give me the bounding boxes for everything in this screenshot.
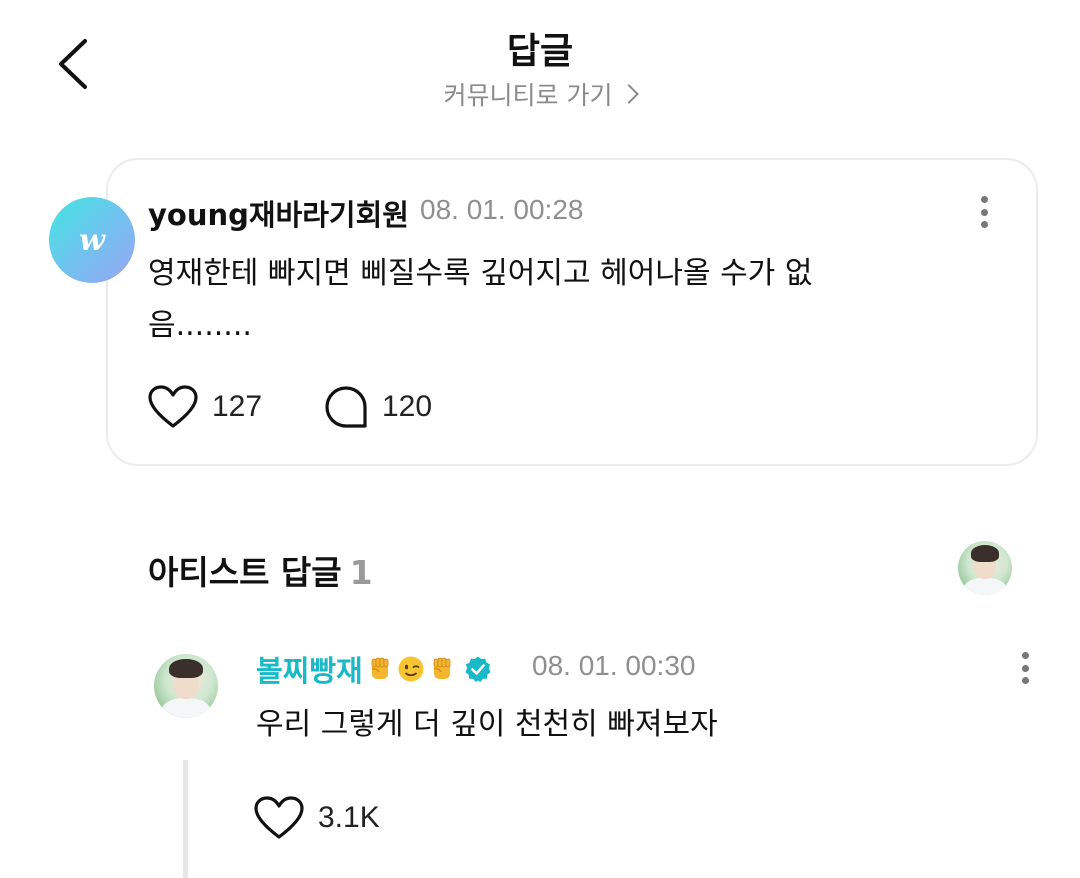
more-dot — [1021, 664, 1029, 672]
more-dot — [980, 208, 988, 216]
comment-like-button[interactable]: 127 — [148, 385, 262, 429]
reply-like-button[interactable]: 3.1K — [254, 796, 380, 840]
comment-body: 영재한테 빠지면 삐질수록 깊어지고 헤어나올 수가 없음........ — [148, 256, 813, 343]
comment-timestamp: 08. 01. 00:28 — [420, 194, 584, 225]
raised-fist-emoji-icon — [371, 657, 389, 679]
verified-badge-icon — [465, 656, 491, 682]
page-title: 답글 — [506, 31, 574, 72]
reply-like-count: 3.1K — [318, 801, 380, 834]
more-dot — [980, 221, 988, 228]
more-dot — [1021, 677, 1029, 684]
artist-replies-count: 1 — [349, 553, 373, 592]
thread-line — [183, 760, 188, 878]
artist-name-row[interactable]: 볼찌빵재 — [256, 648, 492, 690]
avatar-hair — [169, 659, 203, 679]
winking-face-emoji-icon — [398, 656, 424, 682]
speech-bubble-icon — [325, 386, 367, 428]
fan-avatar[interactable]: w — [49, 197, 135, 283]
avatar-letter: w — [79, 222, 105, 258]
header: 답글 커뮤니티로 가기 — [0, 0, 1080, 130]
chevron-right-icon — [619, 84, 640, 104]
comment-author[interactable]: young재바라기회원 — [148, 192, 409, 234]
comment-more-button[interactable] — [972, 192, 996, 232]
artist-name: 볼찌빵재 — [256, 654, 363, 688]
artist-avatar-small[interactable] — [958, 541, 1012, 595]
avatar-shirt — [161, 697, 211, 718]
like-count: 127 — [212, 390, 263, 423]
reply-count: 120 — [382, 390, 433, 423]
raised-fist-emoji-icon — [433, 657, 451, 679]
avatar-hair — [970, 545, 1000, 562]
more-dot — [980, 196, 988, 203]
community-link[interactable]: 커뮤니티로 가기 — [0, 76, 1080, 112]
reply-timestamp: 08. 01. 00:30 — [532, 650, 696, 681]
artist-replies-label: 아티스트 답글 — [148, 553, 342, 592]
comment-reply-button[interactable]: 120 — [324, 385, 432, 429]
artist-replies-heading: 아티스트 답글 1 — [148, 546, 373, 594]
avatar-shirt — [964, 577, 1006, 595]
reply-more-button[interactable] — [1013, 648, 1037, 688]
heart-icon — [148, 385, 198, 428]
heart-icon — [254, 796, 304, 839]
artist-avatar[interactable] — [154, 654, 218, 718]
more-dot — [1021, 652, 1029, 659]
community-link-label: 커뮤니티로 가기 — [443, 81, 613, 110]
reply-body: 우리 그렇게 더 깊이 천천히 빠져보자 — [256, 707, 718, 742]
